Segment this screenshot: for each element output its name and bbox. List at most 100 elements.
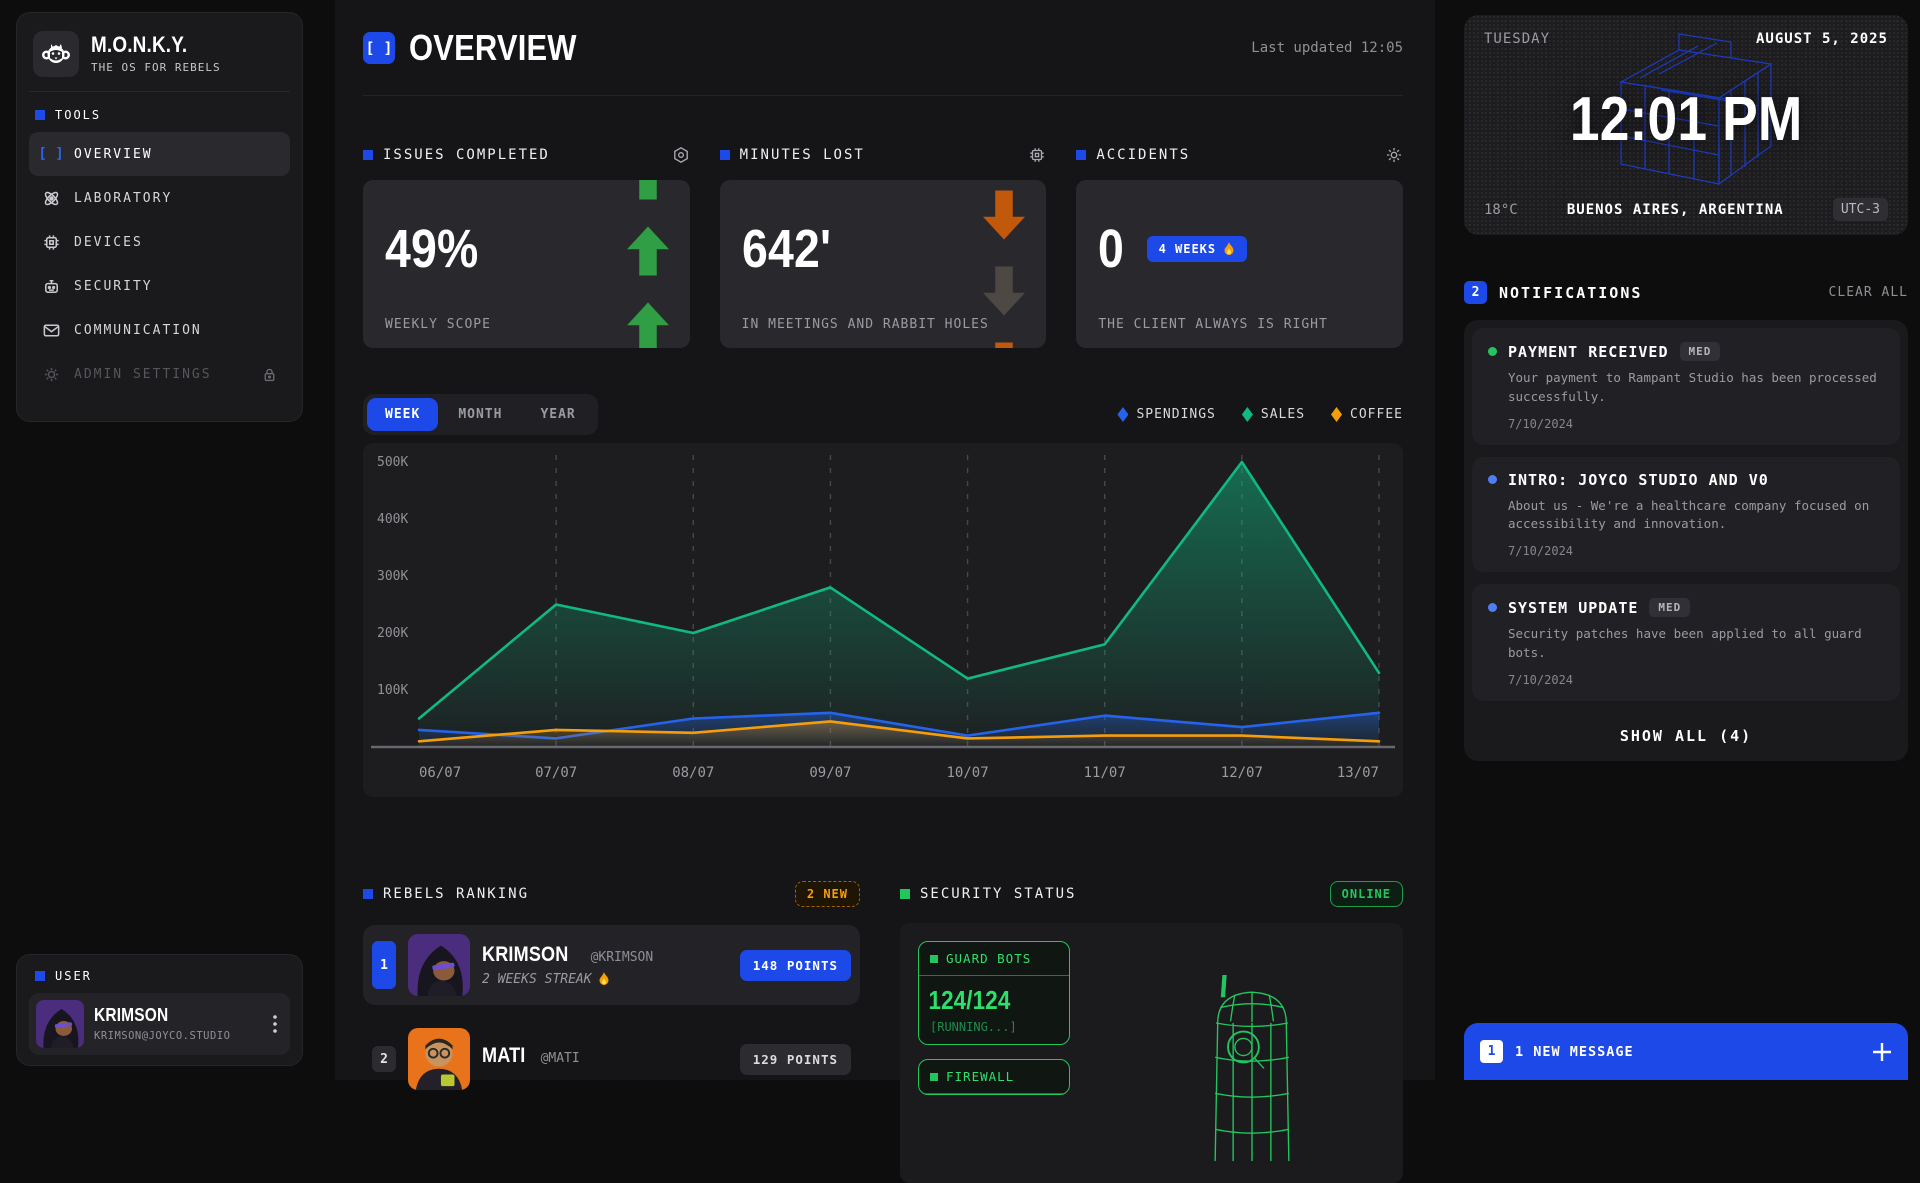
rebel-name: KRIMSON: [482, 944, 568, 965]
legend-coffee[interactable]: COFFEE: [1331, 407, 1403, 422]
user-section: USER KRIMSON KRIMSON@JOYCO.STUDIO: [16, 954, 303, 1066]
rank-badge: 1: [372, 941, 396, 989]
burst-icon[interactable]: [1385, 146, 1403, 164]
tab-month[interactable]: MONTH: [440, 398, 520, 431]
sidebar-item-security[interactable]: SECURITY: [29, 264, 290, 308]
rank-badge: 2: [372, 1046, 396, 1072]
guard-bots-label: GUARD BOTS: [946, 951, 1031, 966]
time: 12:01 PM: [1570, 84, 1803, 155]
streak-label: 2 WEEKS STREAK: [482, 972, 653, 987]
sidebar-item-devices[interactable]: DEVICES: [29, 220, 290, 264]
sidebar-item-laboratory[interactable]: LABORATORY: [29, 176, 290, 220]
main-content: [ ] OVERVIEW Last updated 12:05 ISSUES C…: [335, 0, 1435, 1080]
svg-text:06/07: 06/07: [419, 765, 461, 781]
notifications-list: PAYMENT RECEIVED MED Your payment to Ram…: [1464, 320, 1908, 761]
brackets-icon: [ ]: [41, 146, 61, 162]
security-panel: GUARD BOTS 124/124 [RUNNING...] FIREWALL: [900, 923, 1403, 1183]
range-tabs: WEEK MONTH YEAR: [363, 394, 598, 435]
area-chart: 100K200K300K400K500K06/0707/0708/0709/07…: [363, 443, 1403, 797]
atom-icon: [41, 189, 61, 208]
stat-title: ACCIDENTS: [1096, 147, 1190, 163]
chip-icon[interactable]: [1028, 146, 1046, 164]
guard-bots-state: [RUNNING...]: [919, 1018, 1069, 1044]
streak-badge: 4 WEEKS: [1147, 236, 1248, 262]
stat-value: 642': [742, 222, 831, 276]
plus-icon[interactable]: [1872, 1042, 1892, 1062]
notifications-section: 2 NOTIFICATIONS CLEAR ALL PAYMENT RECEIV…: [1464, 281, 1908, 761]
avatar: [36, 1000, 84, 1048]
stat-title: MINUTES LOST: [740, 147, 865, 163]
stat-card-minutes: MINUTES LOST 642' IN MEETINGS AND RABBIT…: [720, 146, 1047, 348]
ranking-row[interactable]: 2 MATI @MATI 129 POINT: [363, 1019, 860, 1099]
temperature: 18°C: [1484, 202, 1518, 218]
legend-spendings[interactable]: SPENDINGS: [1117, 407, 1215, 422]
status-dot: [1488, 475, 1497, 484]
nut-icon[interactable]: [672, 146, 690, 164]
sidebar-item-communication[interactable]: COMMUNICATION: [29, 308, 290, 352]
legend-sales[interactable]: SALES: [1242, 407, 1305, 422]
points-badge: 148 POINTS: [740, 950, 851, 981]
section-bullet: [900, 889, 910, 899]
sidebar-item-overview[interactable]: [ ] OVERVIEW: [29, 132, 290, 176]
notification-body: About us - We're a healthcare company fo…: [1508, 497, 1884, 535]
tab-year[interactable]: YEAR: [522, 398, 593, 431]
chart-canvas: 100K200K300K400K500K06/0707/0708/0709/07…: [363, 443, 1403, 797]
green-bullet: [930, 955, 938, 963]
svg-text:08/07: 08/07: [672, 765, 714, 781]
weekday: TUESDAY: [1484, 31, 1550, 47]
notification-body: Security patches have been applied to al…: [1508, 625, 1884, 663]
priority-badge: MED: [1649, 598, 1690, 617]
user-email: KRIMSON@JOYCO.STUDIO: [94, 1030, 230, 1042]
notification-card[interactable]: INTRO: JOYCO STUDIO AND V0 About us - We…: [1472, 457, 1900, 573]
svg-text:13/07: 13/07: [1337, 765, 1379, 781]
user-name: KRIMSON: [94, 1006, 168, 1024]
svg-text:200K: 200K: [377, 626, 408, 641]
kebab-menu-icon[interactable]: [267, 1015, 283, 1033]
green-bullet: [930, 1073, 938, 1081]
avatar: [408, 934, 470, 996]
tools-section-label: TOOLS: [35, 108, 284, 122]
page-header: [ ] OVERVIEW Last updated 12:05: [363, 0, 1403, 96]
priority-badge: MED: [1680, 342, 1721, 361]
svg-text:11/07: 11/07: [1084, 765, 1126, 781]
rebels-ranking-section: REBELS RANKING 2 NEW 1 KRIMSON @KRIMSON: [363, 881, 860, 1183]
points-badge: 129 POINTS: [740, 1044, 851, 1075]
section-bullet: [35, 110, 45, 120]
page-title: OVERVIEW: [409, 27, 577, 69]
diamond-icon: [1242, 407, 1253, 422]
gear-icon: [41, 365, 61, 384]
user-card[interactable]: KRIMSON KRIMSON@JOYCO.STUDIO: [29, 993, 290, 1055]
stat-caption: WEEKLY SCOPE: [385, 317, 491, 332]
firewall-box: FIREWALL: [918, 1059, 1070, 1095]
notifications-title: NOTIFICATIONS: [1499, 284, 1642, 302]
app-logo: M.O.N.K.Y. THE OS FOR REBELS: [29, 25, 290, 92]
stat-card-accidents: ACCIDENTS 0 4 WEEKS: [1076, 146, 1403, 348]
utc-offset-badge: UTC-3: [1833, 198, 1888, 221]
notification-card[interactable]: SYSTEM UPDATE MED Security patches have …: [1472, 584, 1900, 701]
rebel-handle: @MATI: [541, 1051, 580, 1066]
new-message-bar[interactable]: 1 1 NEW MESSAGE: [1464, 1023, 1908, 1080]
section-bullet: [720, 150, 730, 160]
clock-widget: TUESDAY AUGUST 5, 2025 12:01 PM 18°C BUE…: [1464, 15, 1908, 235]
brackets-icon: [ ]: [363, 32, 395, 64]
clear-all-button[interactable]: CLEAR ALL: [1829, 285, 1908, 300]
sidebar-item-admin-settings[interactable]: ADMIN SETTINGS: [29, 352, 290, 396]
section-title: SECURITY STATUS: [920, 886, 1076, 902]
message-text: 1 NEW MESSAGE: [1515, 1044, 1634, 1060]
svg-text:12/07: 12/07: [1221, 765, 1263, 781]
stat-cards: ISSUES COMPLETED 49% WEEKLY SCOPE: [363, 146, 1403, 348]
show-all-button[interactable]: SHOW ALL (4): [1472, 713, 1900, 753]
svg-text:09/07: 09/07: [809, 765, 851, 781]
robot-icon: [41, 277, 61, 296]
last-updated: Last updated 12:05: [1251, 40, 1403, 56]
notification-body: Your payment to Rampant Studio has been …: [1508, 369, 1884, 407]
guard-bot-wireframe: [1192, 951, 1312, 1183]
notification-title: PAYMENT RECEIVED: [1508, 343, 1669, 361]
user-section-label: USER: [35, 969, 284, 983]
diamond-icon: [1331, 407, 1342, 422]
rebel-name: MATI: [482, 1045, 525, 1066]
ranking-row[interactable]: 1 KRIMSON @KRIMSON 2 WEEKS STREAK: [363, 925, 860, 1005]
tab-week[interactable]: WEEK: [367, 398, 438, 431]
stat-value: 49%: [385, 222, 478, 276]
notification-card[interactable]: PAYMENT RECEIVED MED Your payment to Ram…: [1472, 328, 1900, 445]
